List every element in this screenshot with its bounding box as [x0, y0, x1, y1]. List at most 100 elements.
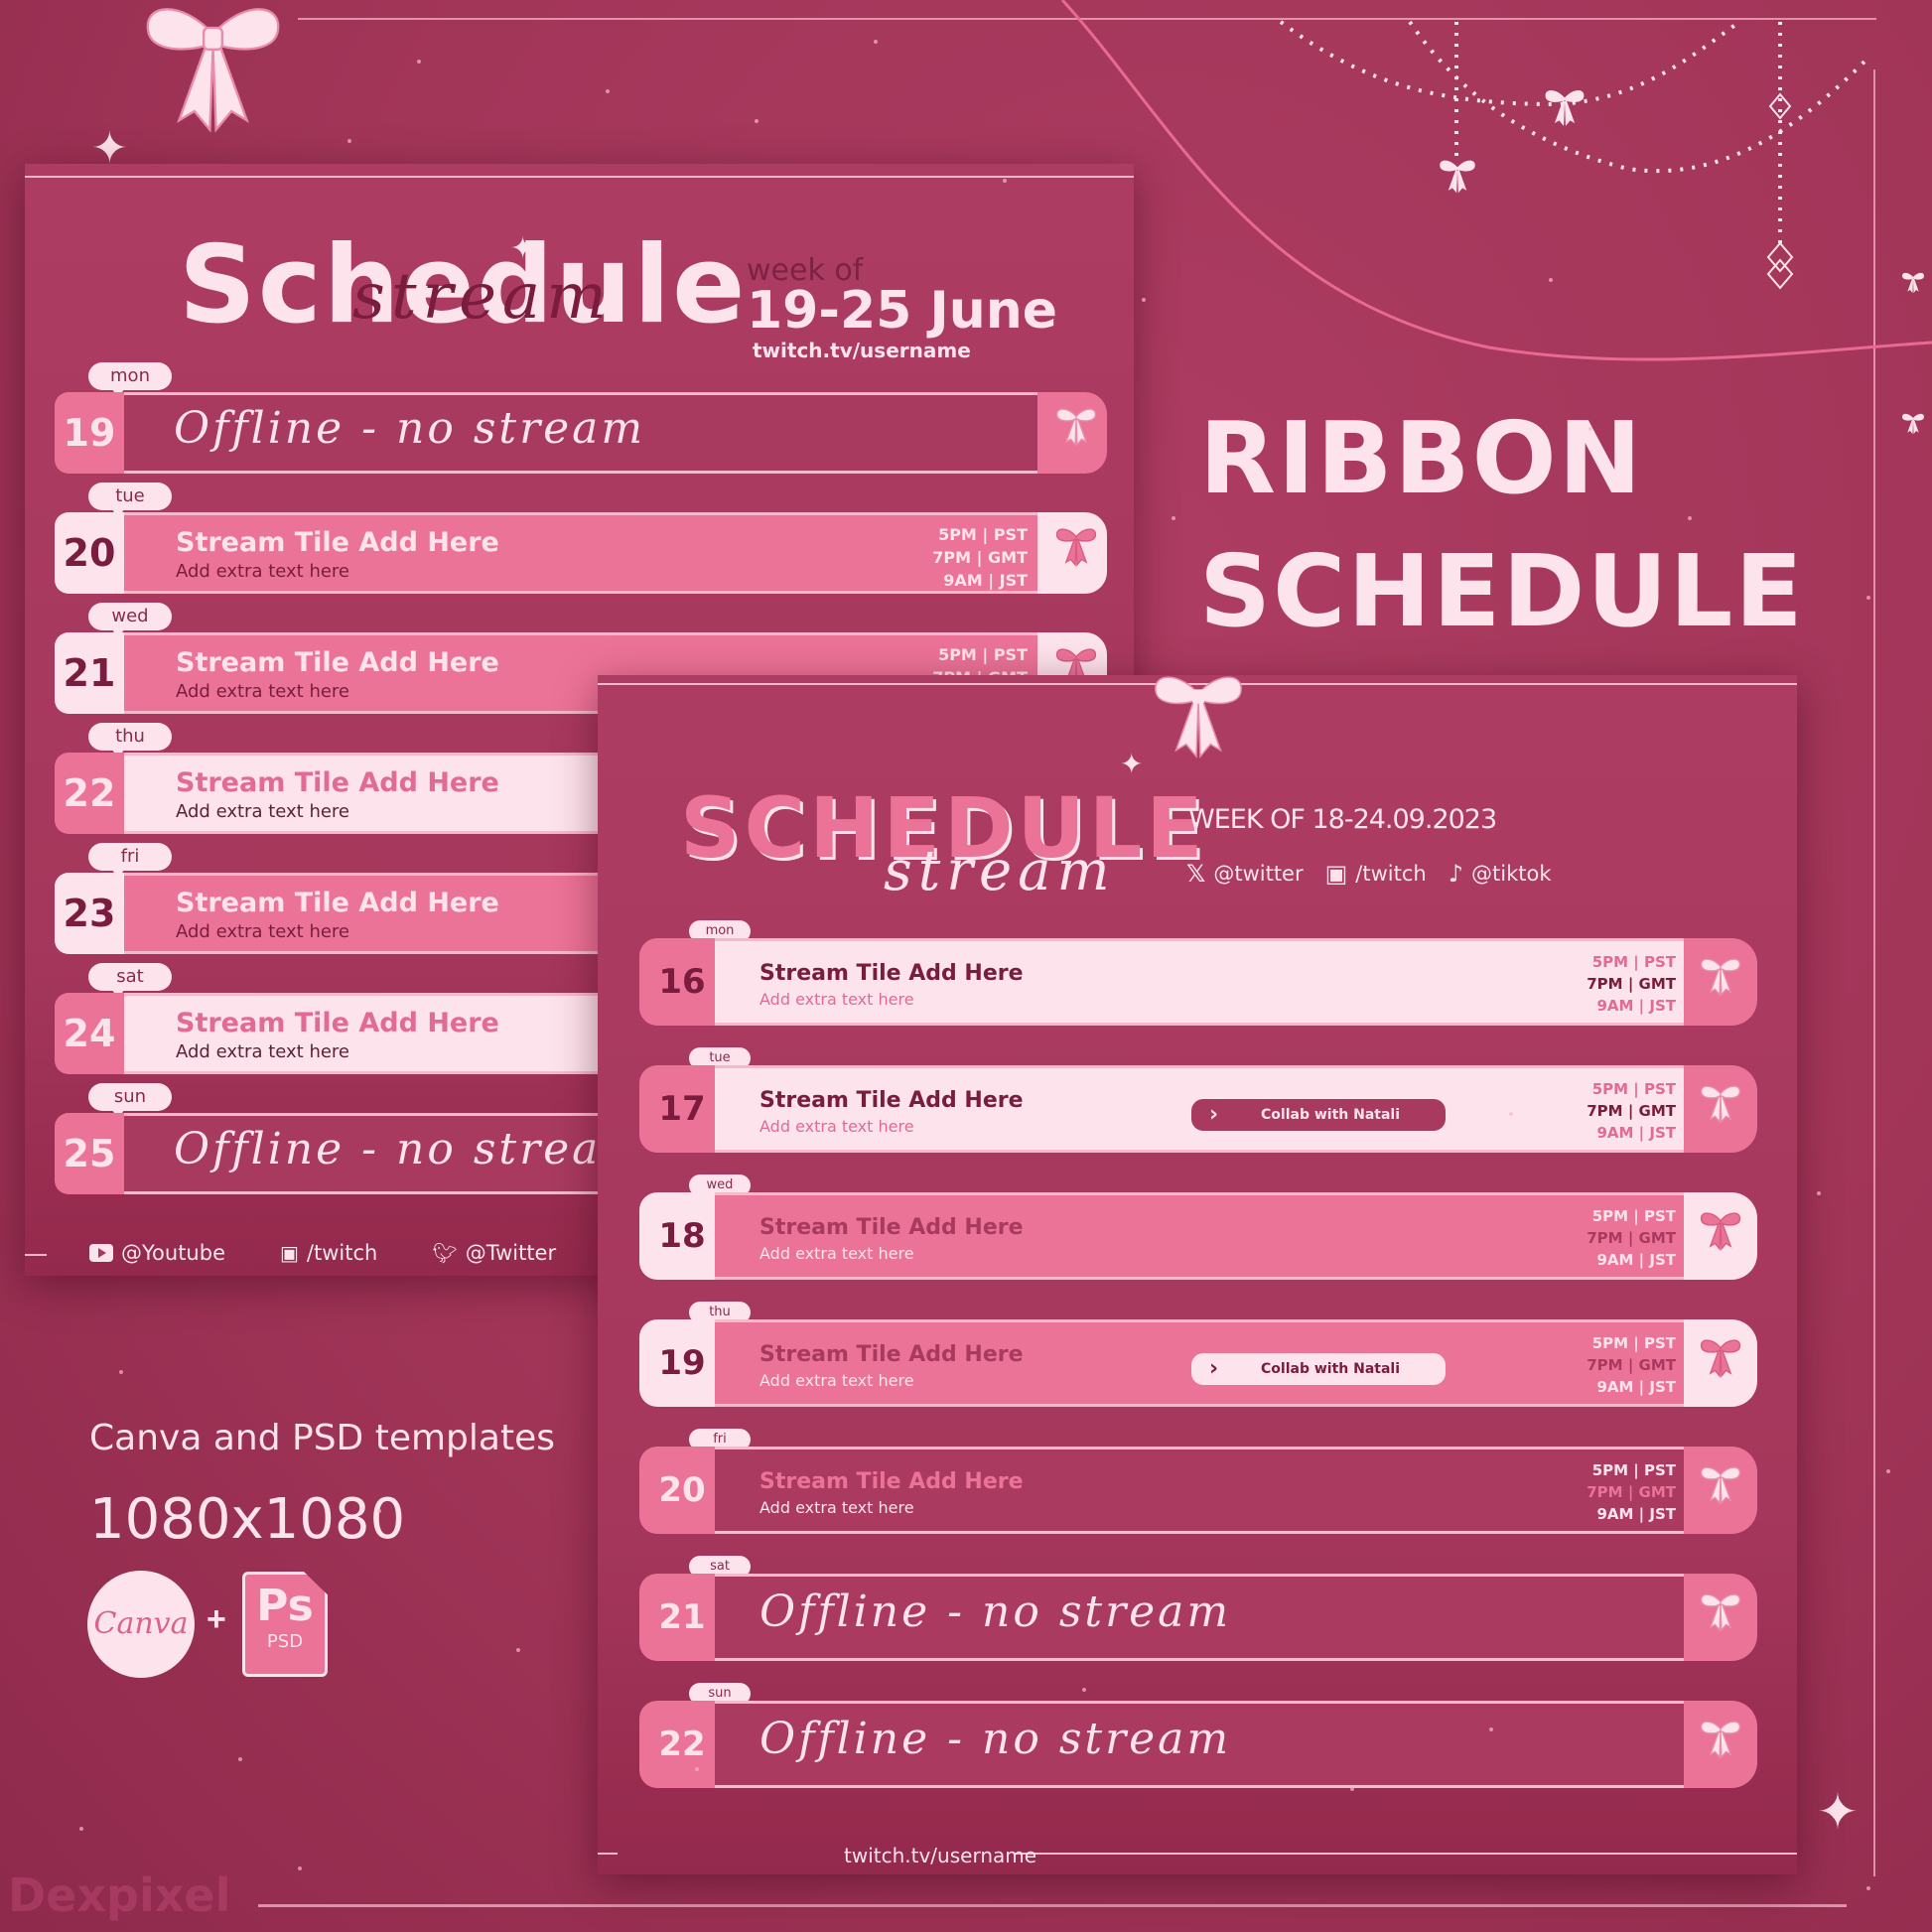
time-zone-line: 5PM | PST: [1591, 953, 1676, 971]
stream-subtitle: Add extra text here: [176, 561, 349, 582]
sparkle-dot: [695, 1767, 699, 1771]
schedule-row[interactable]: tue 20 Stream Tile Add Here Add extra te…: [55, 483, 1107, 594]
schedule-row[interactable]: tue 17 Stream Tile Add Here Add extra te…: [639, 1047, 1757, 1153]
schedule-row[interactable]: mon 16 Stream Tile Add Here Add extra te…: [639, 920, 1757, 1026]
card-divider: [25, 1254, 47, 1256]
stream-title: Stream Tile Add Here: [759, 1342, 1024, 1367]
card-right-footer-url[interactable]: twitch.tv/username: [844, 1844, 1036, 1867]
bow-icon: [1902, 413, 1924, 435]
row-end-cap: [1684, 1574, 1757, 1661]
card-divider: [598, 1853, 618, 1855]
day-number: 19: [55, 392, 124, 474]
social-twitch[interactable]: ▣/twitch: [280, 1241, 377, 1265]
tiktok-icon: ♪: [1448, 860, 1464, 888]
bow-icon: [1440, 160, 1475, 194]
plus-sign: +: [207, 1600, 226, 1638]
sparkle-icon: ✦: [1817, 1783, 1859, 1841]
stream-subtitle: Add extra text here: [176, 801, 349, 822]
twitter-bird-icon: 🐦︎: [432, 1241, 458, 1265]
social-youtube[interactable]: @Youtube: [89, 1241, 225, 1265]
chevron-right-icon: ›: [1209, 1356, 1219, 1381]
sparkle-icon: ✦: [510, 231, 536, 266]
time-zone-line: 5PM | PST: [1591, 1461, 1676, 1479]
size-text: 1080x1080: [89, 1487, 406, 1552]
sparkle-dot: [1489, 1727, 1493, 1731]
sparkle-dot: [606, 89, 610, 93]
row-bar: Stream Tile Add Here Add extra text here…: [715, 1192, 1684, 1280]
day-tag: fri: [88, 843, 172, 879]
day-tag: sat: [88, 963, 172, 999]
time-zone-line: 5PM | PST: [1591, 1334, 1676, 1352]
day-number: 20: [639, 1447, 715, 1534]
bow-icon: [1053, 526, 1099, 575]
day-tag: mon: [88, 362, 172, 398]
promo-title-line1: RIBBON: [1199, 400, 1644, 516]
row-bar: Offline - no stream: [715, 1701, 1684, 1788]
time-zone-line: 7PM | GMT: [1587, 1356, 1676, 1374]
twitch-icon: ▣: [280, 1241, 299, 1265]
day-number: 17: [639, 1065, 715, 1153]
sparkle-dot: [755, 119, 759, 123]
time-zone-line: 5PM | PST: [938, 525, 1028, 544]
stream-title: Stream Tile Add Here: [176, 647, 499, 678]
bow-icon: [1155, 676, 1242, 759]
schedule-row[interactable]: wed 18 Stream Tile Add Here Add extra te…: [639, 1174, 1757, 1280]
time-zone-line: 9AM | JST: [1596, 997, 1676, 1015]
day-tag: wed: [88, 603, 172, 638]
schedule-row[interactable]: mon 19 Offline - no stream: [55, 362, 1107, 474]
row-end-cap: [1684, 1065, 1757, 1153]
row-end-cap: [1684, 1319, 1757, 1407]
sparkle-dot: [417, 60, 421, 64]
row-bar: Offline - no stream: [124, 392, 1037, 474]
sparkle-dot: [347, 139, 351, 143]
sparkle-dot: [79, 1827, 83, 1831]
row-bar: Offline - no stream: [715, 1574, 1684, 1661]
schedule-row[interactable]: thu 19 Stream Tile Add Here Add extra te…: [639, 1302, 1757, 1407]
formats-text: Canva and PSD templates: [89, 1418, 555, 1458]
row-end-cap: [1037, 392, 1107, 474]
card-right-socials: 𝕏 @twitter ▣/twitch ♪ @tiktok: [1186, 860, 1552, 888]
social-twitch[interactable]: ▣/twitch: [1325, 860, 1427, 888]
sparkle-dot: [874, 40, 878, 44]
sparkle-icon: ✦: [1120, 748, 1144, 780]
sparkle-dot: [1886, 1469, 1890, 1473]
stream-times: 5PM | PST 7PM | GMT 9AM | JST: [1587, 1078, 1676, 1144]
social-x[interactable]: 𝕏 @twitter: [1186, 860, 1304, 888]
time-zone-line: 9AM | JST: [1596, 1505, 1676, 1523]
bow-icon: [1698, 1591, 1743, 1640]
frame-line-bottom: [258, 1904, 1847, 1907]
channel-url[interactable]: twitch.tv/username: [753, 339, 971, 362]
sparkle-dot: [1082, 1688, 1086, 1692]
schedule-row[interactable]: sun 22 Offline - no stream: [639, 1683, 1757, 1788]
day-number: 16: [639, 938, 715, 1026]
stream-subtitle: Add extra text here: [176, 1041, 349, 1062]
time-zone-line: 5PM | PST: [1591, 1207, 1676, 1225]
bow-icon: [1698, 956, 1743, 1005]
sparkle-dot: [1588, 427, 1592, 431]
row-end-cap: [1037, 512, 1107, 594]
stream-times: 5PM | PST 7PM | GMT 9AM | JST: [1587, 1205, 1676, 1271]
social-tiktok[interactable]: ♪ @tiktok: [1449, 860, 1552, 888]
collab-button[interactable]: › Collab with Natali: [1191, 1353, 1446, 1385]
schedule-row[interactable]: sat 21 Offline - no stream: [639, 1556, 1757, 1661]
bow-icon: [1698, 1719, 1743, 1767]
stream-subtitle: Add extra text here: [759, 1371, 914, 1390]
sparkle-dot: [1003, 179, 1007, 183]
time-zone-line: 5PM | PST: [1591, 1080, 1676, 1098]
sparkle-dot: [1688, 516, 1692, 520]
psd-file-icon: Ps PSD: [242, 1572, 328, 1677]
offline-text: Offline - no stream: [759, 1714, 1232, 1764]
stream-title: Stream Tile Add Here: [176, 527, 499, 558]
time-zone-line: 7PM | GMT: [1587, 975, 1676, 993]
day-tag: thu: [88, 723, 172, 759]
collab-button[interactable]: › Collab with Natali: [1191, 1099, 1446, 1131]
sparkle-dot: [1549, 278, 1553, 282]
time-zone-line: 9AM | JST: [943, 571, 1028, 590]
stream-times: 5PM | PST 7PM | GMT 9AM | JST: [1587, 1332, 1676, 1398]
schedule-row[interactable]: fri 20 Stream Tile Add Here Add extra te…: [639, 1429, 1757, 1534]
week-of-text: WEEK OF 18-24.09.2023: [1188, 804, 1497, 835]
sparkle-dot: [1350, 1787, 1354, 1791]
social-twitter[interactable]: 🐦︎ @Twitter: [432, 1241, 556, 1265]
row-bar: Stream Tile Add Here Add extra text here…: [715, 1447, 1684, 1534]
chevron-right-icon: ›: [1209, 1102, 1219, 1127]
